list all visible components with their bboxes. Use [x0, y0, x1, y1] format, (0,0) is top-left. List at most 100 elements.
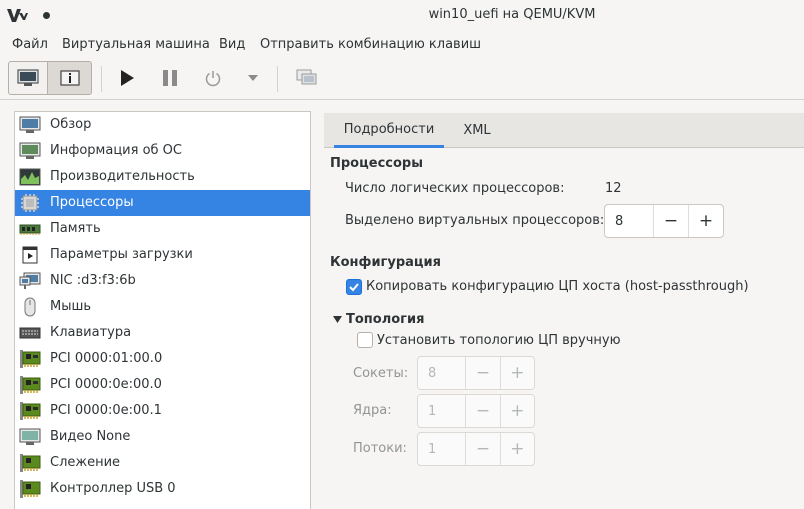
menu-virtual-machine[interactable]: Виртуальная машина: [62, 37, 210, 52]
power-icon: [205, 71, 221, 87]
tab-xml[interactable]: XML: [444, 113, 510, 148]
copy-host-cpu-checkbox[interactable]: [346, 279, 362, 295]
threads-decrement-button[interactable]: −: [465, 433, 499, 465]
pci-card-icon: [20, 376, 41, 394]
menu-send-key[interactable]: Отправить комбинацию клавиш: [260, 37, 481, 52]
cores-value[interactable]: 1: [418, 395, 465, 427]
run-button[interactable]: [113, 61, 141, 95]
hardware-list: Обзор Информация об ОС Производительност…: [14, 111, 311, 509]
info-icon: [59, 70, 80, 86]
sidebar-item-pci-0e-00-1[interactable]: PCI 0000:0e:00.1: [15, 398, 310, 424]
sidebar-item-keyboard[interactable]: Клавиатура: [15, 320, 310, 346]
toolbar-separator: [101, 66, 102, 92]
memory-module-icon: [19, 224, 41, 235]
menu-bar: Файл Виртуальная машина Вид Отправить ко…: [0, 33, 804, 57]
sidebar-item-pci-01-00-0[interactable]: PCI 0000:01:00.0: [15, 346, 310, 372]
tab-details[interactable]: Подробности: [334, 113, 444, 148]
overview-monitor-icon: [19, 116, 41, 133]
vcpus-value[interactable]: 8: [605, 205, 653, 237]
chevron-down-icon: [248, 75, 258, 81]
performance-graph-icon: [19, 168, 41, 186]
sockets-stepper[interactable]: 8 − +: [417, 356, 535, 390]
pause-button[interactable]: [156, 61, 184, 95]
sidebar-item-os-info[interactable]: Информация об ОС: [15, 138, 310, 164]
sidebar-item-label: Слежение: [50, 455, 121, 470]
topology-section-title[interactable]: Топология: [346, 312, 424, 327]
sidebar-item-mouse[interactable]: Мышь: [15, 294, 310, 320]
expander-arrow-icon[interactable]: [333, 316, 342, 323]
sidebar-item-boot-options[interactable]: Параметры загрузки: [15, 242, 310, 268]
shutdown-menu-button[interactable]: [242, 61, 264, 95]
sidebar-item-label: PCI 0000:0e:00.1: [50, 403, 162, 418]
processors-section-title: Процессоры: [330, 156, 423, 171]
pause-icon: [163, 70, 177, 86]
sidebar-item-usb-controller[interactable]: Контроллер USB 0: [15, 476, 310, 502]
usb-controller-icon: [20, 480, 41, 498]
toolbar-separator: [277, 66, 278, 92]
cores-increment-button[interactable]: +: [499, 395, 534, 427]
sidebar-item-processors[interactable]: Процессоры: [15, 190, 310, 216]
configuration-section-title: Конфигурация: [330, 255, 441, 270]
threads-label: Потоки:: [353, 441, 407, 456]
pci-card-icon: [20, 350, 41, 368]
title-bar: win10_uefi на QEMU/KVM: [0, 0, 804, 32]
monitor-icon: [17, 69, 39, 86]
cores-stepper[interactable]: 1 − +: [417, 394, 535, 428]
sidebar-item-label: Память: [50, 221, 101, 236]
vcpus-increment-button[interactable]: +: [688, 205, 723, 237]
sidebar-item-label: Видео None: [50, 429, 131, 444]
sidebar-item-video[interactable]: Видео None: [15, 424, 310, 450]
boot-options-icon: [22, 246, 38, 264]
threads-stepper[interactable]: 1 − +: [417, 432, 535, 466]
sockets-decrement-button[interactable]: −: [465, 357, 499, 389]
sidebar-item-label: Параметры загрузки: [50, 247, 193, 262]
play-icon: [121, 70, 134, 86]
details-view-button[interactable]: [48, 61, 92, 95]
sidebar-item-label: Контроллер USB 0: [50, 481, 176, 496]
console-view-button[interactable]: [8, 61, 48, 95]
sidebar-item-label: PCI 0000:01:00.0: [50, 351, 163, 366]
tracking-card-icon: [20, 454, 41, 472]
threads-increment-button[interactable]: +: [499, 433, 534, 465]
pci-card-icon: [20, 402, 41, 420]
sidebar-item-pci-0e-00-0[interactable]: PCI 0000:0e:00.0: [15, 372, 310, 398]
vcpus-stepper[interactable]: 8 − +: [604, 204, 724, 238]
sockets-label: Сокеты:: [353, 366, 409, 381]
window-title: win10_uefi на QEMU/KVM: [428, 7, 596, 22]
menu-view[interactable]: Вид: [219, 37, 245, 52]
snapshot-icon: [296, 69, 317, 85]
manual-topology-checkbox[interactable]: [357, 332, 373, 348]
manual-topology-label[interactable]: Установить топологию ЦП вручную: [377, 333, 621, 348]
shutdown-button[interactable]: [199, 61, 227, 95]
sidebar-item-label: Клавиатура: [50, 325, 132, 340]
tab-bar: Подробности XML: [324, 113, 804, 148]
os-info-monitor-icon: [19, 142, 41, 159]
keyboard-icon: [19, 327, 41, 339]
sockets-value[interactable]: 8: [418, 357, 465, 389]
snapshots-button[interactable]: [293, 61, 321, 95]
sidebar-item-nic[interactable]: NIC :d3:f3:6b: [15, 268, 310, 294]
toolbar: [0, 58, 804, 100]
threads-value[interactable]: 1: [418, 433, 465, 465]
logical-cpus-value: 12: [605, 181, 622, 196]
sidebar-item-label: NIC :d3:f3:6b: [50, 273, 136, 288]
sidebar-item-performance[interactable]: Производительность: [15, 164, 310, 190]
copy-host-cpu-label[interactable]: Копировать конфигурацию ЦП хоста (host-p…: [366, 279, 749, 294]
video-monitor-icon: [19, 428, 41, 445]
sidebar-item-label: Производительность: [50, 169, 195, 184]
menu-file[interactable]: Файл: [12, 37, 48, 52]
cpu-chip-icon: [21, 194, 39, 212]
sidebar-item-label: Обзор: [50, 117, 92, 132]
vcpus-decrement-button[interactable]: −: [653, 205, 688, 237]
sidebar-item-label: Информация об ОС: [50, 143, 182, 158]
sockets-increment-button[interactable]: +: [499, 357, 534, 389]
sidebar-item-tracking[interactable]: Слежение: [15, 450, 310, 476]
checkmark-icon: [349, 283, 359, 292]
sidebar-item-label: Мышь: [50, 299, 92, 314]
logical-cpus-label: Число логических процессоров:: [345, 181, 565, 196]
network-nic-icon: [19, 272, 41, 289]
cores-decrement-button[interactable]: −: [465, 395, 499, 427]
sidebar-item-memory[interactable]: Память: [15, 216, 310, 242]
vcpus-label: Выделено виртуальных процессоров:: [345, 213, 605, 228]
sidebar-item-overview[interactable]: Обзор: [15, 112, 310, 138]
